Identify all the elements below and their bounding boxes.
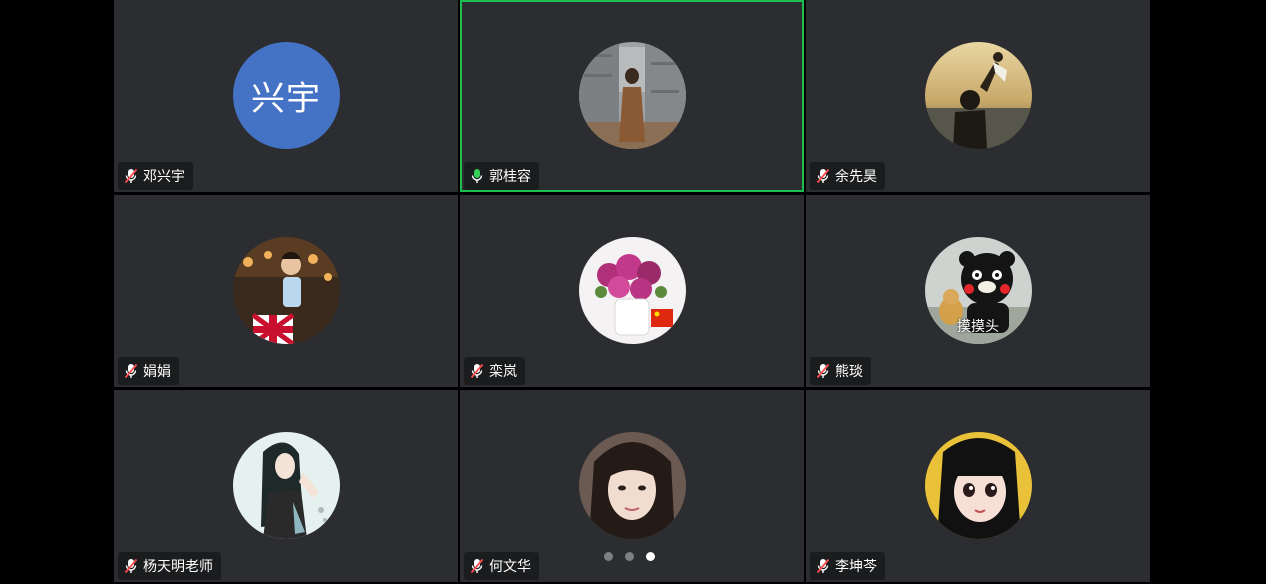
participant-name: 何文华 bbox=[489, 559, 531, 575]
avatar-photo-sunset bbox=[924, 42, 1032, 149]
participant-name: 余先昊 bbox=[835, 169, 877, 185]
avatar bbox=[232, 432, 340, 539]
mic-muted-icon bbox=[470, 363, 484, 379]
avatar-initials: 兴宇 bbox=[251, 79, 321, 119]
nameplate: 余先昊 bbox=[810, 162, 885, 190]
avatar-photo-child bbox=[232, 237, 340, 344]
participant-name: 邓兴宇 bbox=[143, 169, 185, 185]
nameplate: 李坤芩 bbox=[810, 552, 885, 580]
avatar bbox=[578, 42, 686, 149]
avatar-photo-woman-ruins bbox=[578, 42, 686, 149]
avatar bbox=[924, 432, 1032, 539]
participant-name: 娟娟 bbox=[143, 364, 171, 380]
mic-muted-icon bbox=[816, 168, 830, 184]
participant-tile[interactable]: 娟娟 bbox=[114, 195, 458, 387]
video-grid: 兴宇 邓兴宇 郭桂容 余先昊 娟娟 栾岚 摸摸头 熊琰 杨天明老师 何文华 李坤… bbox=[114, 0, 1152, 584]
avatar bbox=[578, 432, 686, 539]
nameplate: 邓兴宇 bbox=[118, 162, 193, 190]
nameplate: 栾岚 bbox=[464, 357, 525, 385]
mic-muted-icon bbox=[124, 558, 138, 574]
avatar bbox=[924, 42, 1032, 149]
participant-name: 杨天明老师 bbox=[143, 559, 213, 575]
avatar-caption: 摸摸头 bbox=[957, 319, 999, 335]
mic-muted-icon bbox=[816, 363, 830, 379]
avatar-illustration-anime-girl bbox=[924, 432, 1032, 539]
participant-tile[interactable]: 余先昊 bbox=[806, 0, 1150, 192]
mic-muted-icon bbox=[124, 363, 138, 379]
page-indicator bbox=[604, 552, 655, 561]
page-dot-2[interactable] bbox=[625, 552, 634, 561]
participant-name: 熊琰 bbox=[835, 364, 863, 380]
nameplate: 熊琰 bbox=[810, 357, 871, 385]
participant-name: 李坤芩 bbox=[835, 559, 877, 575]
nameplate: 娟娟 bbox=[118, 357, 179, 385]
participant-tile[interactable]: 栾岚 bbox=[460, 195, 804, 387]
avatar bbox=[578, 237, 686, 344]
participant-name: 栾岚 bbox=[489, 364, 517, 380]
nameplate: 杨天明老师 bbox=[118, 552, 221, 580]
avatar: 摸摸头 bbox=[924, 237, 1032, 344]
avatar-photo-flowers bbox=[578, 237, 686, 344]
participant-name: 郭桂容 bbox=[489, 169, 531, 185]
avatar-photo-woman-selfie bbox=[578, 432, 686, 539]
participant-tile[interactable]: 兴宇 邓兴宇 bbox=[114, 0, 458, 192]
avatar: 兴宇 bbox=[232, 42, 340, 149]
mic-speaking-icon bbox=[471, 169, 483, 183]
avatar bbox=[232, 237, 340, 344]
nameplate: 郭桂容 bbox=[464, 162, 539, 190]
avatar-illustration-woman bbox=[232, 432, 340, 539]
participant-tile[interactable]: 李坤芩 bbox=[806, 390, 1150, 582]
participant-tile-active[interactable]: 郭桂容 bbox=[460, 0, 804, 192]
participant-tile[interactable]: 摸摸头 熊琰 bbox=[806, 195, 1150, 387]
participant-tile[interactable]: 杨天明老师 bbox=[114, 390, 458, 582]
page-dot-3-current[interactable] bbox=[646, 552, 655, 561]
nameplate: 何文华 bbox=[464, 552, 539, 580]
mic-muted-icon bbox=[816, 558, 830, 574]
page-dot-1[interactable] bbox=[604, 552, 613, 561]
mic-muted-icon bbox=[124, 168, 138, 184]
mic-muted-icon bbox=[470, 558, 484, 574]
